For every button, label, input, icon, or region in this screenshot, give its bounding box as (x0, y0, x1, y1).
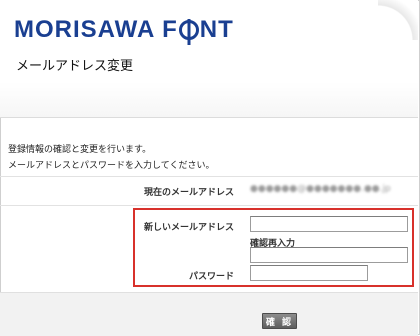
current-email-value: ●●●●●●@●●●●●●●.●●.jp (250, 184, 391, 194)
page-curl-decoration (378, 0, 418, 40)
header-divider (0, 117, 418, 118)
reenter-email-input[interactable] (250, 247, 408, 263)
password-input[interactable] (250, 265, 368, 281)
current-email-label: 現在のメールアドレス (143, 188, 234, 198)
intro-text: 登録情報の確認と変更を行います。 メールアドレスとパスワードを入力してください。 (8, 142, 214, 174)
intro-line-2: メールアドレスとパスワードを入力してください。 (8, 161, 215, 171)
section-divider (0, 205, 418, 206)
footer-band (0, 292, 418, 336)
morisawa-font-logo: MORISAWA F NT (14, 16, 234, 44)
logo-text-right: NT (199, 16, 234, 43)
page-header: MORISAWA F NT メールアドレス変更 (0, 0, 418, 117)
logo-o-mark-icon (178, 20, 199, 40)
intro-line-1: 登録情報の確認と変更を行います。 (8, 145, 152, 155)
confirm-button[interactable]: 確 認 (262, 313, 297, 329)
page-title: メールアドレス変更 (16, 59, 134, 74)
password-label: パスワード (188, 272, 234, 282)
section-divider (0, 176, 418, 177)
logo-text-left: MORISAWA F (14, 16, 178, 43)
new-email-label: 新しいメールアドレス (143, 223, 234, 233)
new-email-input[interactable] (250, 216, 408, 232)
